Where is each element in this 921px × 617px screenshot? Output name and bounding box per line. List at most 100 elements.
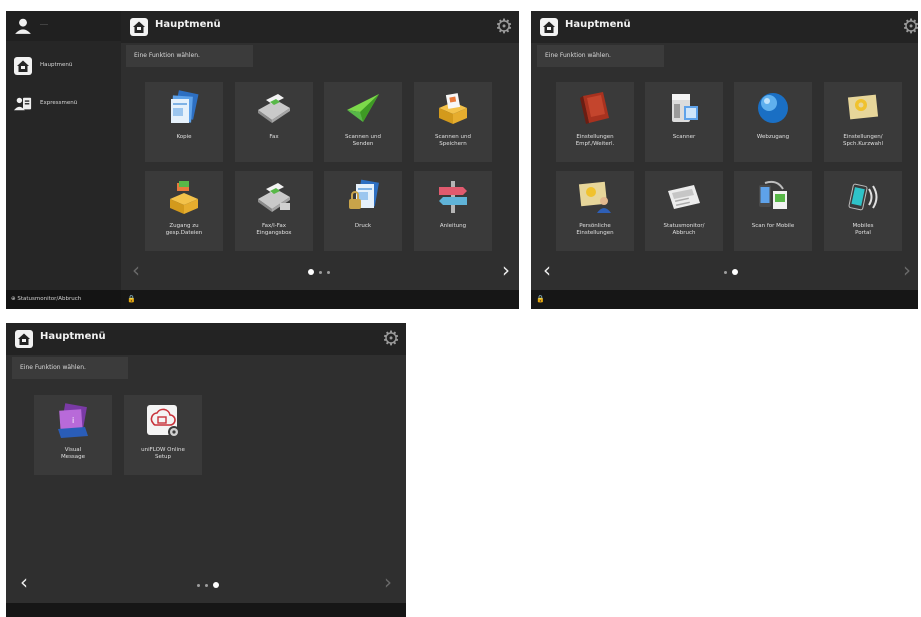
tile-label: Druck (354, 223, 372, 229)
page-dot-active (213, 582, 219, 588)
home-icon[interactable] (15, 330, 33, 348)
gear-icon[interactable]: ⚙ (902, 15, 918, 37)
home-icon (14, 57, 32, 75)
tile-label: Anleitung (439, 223, 467, 229)
svg-text:i: i (72, 416, 74, 425)
tile-favorite-settings[interactable]: Einstellungen/ Spch.Kurzwahl (824, 82, 902, 162)
sidebar-item-express-menu[interactable]: Expressmenü (6, 87, 121, 121)
page-indicator (724, 269, 738, 275)
sidebar-item-label: Hauptmenü (40, 62, 73, 68)
print-icon (349, 179, 379, 209)
footer-bar (6, 603, 406, 617)
previous-page-button[interactable]: ‹ (20, 572, 28, 592)
tile-label: Fax/I-Fax Eingangsbox (256, 223, 292, 236)
tile-copy[interactable]: Kopie (145, 82, 223, 162)
function-prompt: Eine Funktion wählen. (537, 45, 664, 67)
tile-label: uniFLOW Online Setup (141, 447, 185, 460)
page-title: Hauptmenü (565, 19, 631, 30)
tile-guide[interactable]: Anleitung (414, 171, 492, 251)
lock-icon: 🔒 (127, 295, 136, 303)
mobile-portal-icon (848, 183, 878, 211)
sidebar-item-label: Expressmenü (40, 100, 78, 106)
sidebar: ---- Hauptmenü Expressmenü (6, 11, 121, 290)
rx-forward-settings-icon (580, 92, 609, 124)
next-page-button[interactable]: › (502, 260, 510, 280)
function-prompt: Eine Funktion wählen. (126, 45, 253, 67)
sidebar-user-label: ---- (40, 22, 48, 28)
fax-icon (258, 94, 290, 123)
page-dot (327, 270, 330, 274)
page-dot (205, 583, 208, 587)
next-page-button[interactable]: › (384, 572, 392, 592)
page-indicator (308, 269, 330, 275)
sidebar-user[interactable]: ---- (6, 11, 121, 41)
tile-web-access[interactable]: Webzugang (734, 82, 812, 162)
main-menu-panel-1: ---- Hauptmenü Expressmenü ⊕ Statusmonit… (6, 11, 519, 309)
previous-page-button[interactable]: ‹ (132, 260, 140, 280)
tile-scan-send[interactable]: Scannen und Senden (324, 82, 402, 162)
page-indicator (197, 582, 219, 588)
next-page-button[interactable]: › (903, 260, 911, 280)
tile-scan-for-mobile[interactable]: Scan for Mobile (734, 171, 812, 251)
tile-label: Scan for Mobile (751, 223, 795, 229)
tile-fax-inbox[interactable]: Fax/I-Fax Eingangsbox (235, 171, 313, 251)
tile-label: Zugang zu gesp.Dateien (165, 223, 203, 236)
tile-label: Scanner (672, 134, 696, 140)
home-icon[interactable] (540, 18, 558, 36)
scan-send-icon (347, 94, 379, 122)
page-dot (319, 270, 322, 274)
status-monitor-label: Statusmonitor/Abbruch (17, 296, 82, 302)
web-access-icon (758, 93, 788, 123)
previous-page-button[interactable]: ‹ (543, 260, 551, 280)
function-prompt: Eine Funktion wählen. (12, 357, 128, 379)
tile-label: Scannen und Speichern (435, 134, 471, 147)
page-dot-active (732, 269, 738, 275)
tile-scan-store[interactable]: Scannen und Speichern (414, 82, 492, 162)
tile-stored-files[interactable]: Zugang zu gesp.Dateien (145, 171, 223, 251)
tile-label: Fax (269, 134, 279, 140)
status-monitor-icon (668, 185, 700, 209)
tile-label: Einstellungen Empf./Weiterl. (575, 134, 615, 147)
gear-icon[interactable]: ⚙ (495, 15, 513, 37)
gear-icon[interactable]: ⚙ (382, 327, 400, 349)
page-title: Hauptmenü (40, 331, 106, 342)
tile-label: Statusmonitor/ Abbruch (663, 223, 705, 236)
status-monitor-button[interactable]: ⊕ Statusmonitor/Abbruch (6, 290, 121, 309)
tile-label: Mobiles Portal (852, 223, 874, 236)
header-bar: Hauptmenü ⚙ (531, 11, 918, 43)
visual-message-icon: i (58, 403, 88, 438)
tile-status-monitor[interactable]: Statusmonitor/ Abbruch (645, 171, 723, 251)
sidebar-item-main-menu[interactable]: Hauptmenü (6, 49, 121, 83)
express-menu-icon (14, 97, 32, 111)
user-icon (15, 18, 31, 34)
scan-store-icon (439, 93, 467, 124)
home-icon[interactable] (130, 18, 148, 36)
uniflow-setup-icon (147, 405, 180, 438)
header-bar: Hauptmenü ⚙ (6, 323, 406, 355)
page-dot (724, 270, 727, 274)
tile-label: Scannen und Senden (345, 134, 381, 147)
copy-icon (171, 90, 199, 123)
guide-icon (439, 181, 467, 213)
tile-label: Kopie (176, 134, 192, 140)
lock-icon: 🔒 (536, 295, 545, 303)
tile-fax[interactable]: Fax (235, 82, 313, 162)
favorite-settings-icon (847, 94, 879, 120)
tile-label: Persönliche Einstellungen (576, 223, 614, 236)
tile-rx-forward-settings[interactable]: Einstellungen Empf./Weiterl. (556, 82, 634, 162)
tile-mobile-portal[interactable]: Mobiles Portal (824, 171, 902, 251)
stored-files-icon (170, 181, 198, 214)
tile-visual-message[interactable]: i Visual Message (34, 395, 112, 475)
tile-personal-settings[interactable]: Persönliche Einstellungen (556, 171, 634, 251)
scanner-icon (672, 94, 698, 122)
tile-uniflow-setup[interactable]: uniFLOW Online Setup (124, 395, 202, 475)
page-title: Hauptmenü (155, 19, 221, 30)
scan-for-mobile-icon (759, 180, 787, 209)
tile-print[interactable]: Druck (324, 171, 402, 251)
tile-label: Visual Message (60, 447, 86, 460)
tile-label: Webzugang (756, 134, 790, 140)
tile-scanner[interactable]: Scanner (645, 82, 723, 162)
main-menu-panel-2: Hauptmenü ⚙ Eine Funktion wählen. Einste… (531, 11, 918, 309)
page-dot (197, 583, 200, 587)
main-menu-panel-3: Hauptmenü ⚙ Eine Funktion wählen. i Visu… (6, 323, 406, 617)
